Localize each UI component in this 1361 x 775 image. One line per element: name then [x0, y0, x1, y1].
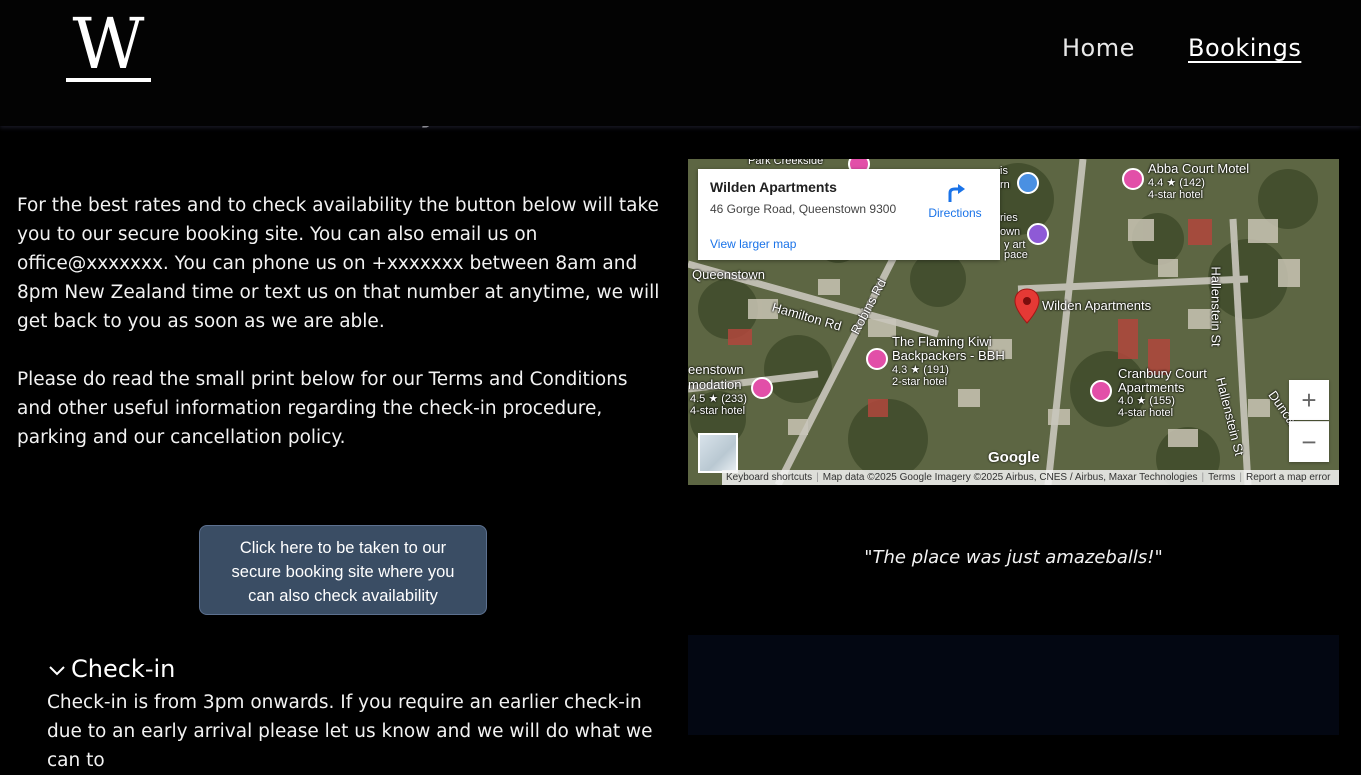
nav-bookings-link[interactable]: Bookings — [1188, 34, 1301, 62]
map-card-title: Wilden Apartments — [710, 179, 837, 195]
map-label-abba-rating: 4.4 ★ (142) — [1148, 177, 1205, 189]
map-label-park-creekside: Park Creekside — [748, 159, 824, 167]
map-label-acc-rating: 4.5 ★ (233) — [690, 393, 747, 405]
map-terms-link[interactable]: Terms — [1204, 472, 1239, 483]
map-label-cranbury-2: Apartments — [1118, 380, 1185, 395]
map-label-abba-type: 4-star hotel — [1148, 189, 1204, 201]
map-label-accommodation-2: modation — [688, 377, 742, 392]
directions-icon — [948, 184, 965, 202]
map-label-flaming-rating: 4.3 ★ (191) — [892, 364, 949, 376]
map-info-card: Wilden Apartments 46 Gorge Road, Queenst… — [698, 169, 1000, 260]
map-label-flaming-kiwi-2: Backpackers - BBH — [892, 348, 1005, 363]
hotel-pin-icon[interactable] — [751, 377, 773, 399]
attraction-icon[interactable] — [1027, 223, 1049, 245]
map-data-attribution: Map data ©2025 Google Imagery ©2025 Airb… — [822, 472, 1198, 483]
hotel-pin-icon[interactable] — [866, 348, 888, 370]
map-label-flaming-type: 2-star hotel — [892, 376, 948, 388]
google-map[interactable]: Park Creekside is rn ries own y art pace… — [688, 159, 1339, 485]
keyboard-shortcuts-link[interactable]: Keyboard shortcuts — [722, 472, 816, 483]
site-logo[interactable]: W — [66, 4, 151, 84]
intro-paragraph: For the best rates and to check availabi… — [17, 195, 660, 332]
map-label-partial-own: own — [1000, 226, 1021, 238]
accordion-checkin-body: Check-in is from 3pm onwards. If you req… — [47, 692, 653, 771]
map-label-hallenstein-st: Hallenstein St — [1208, 266, 1224, 347]
testimonial-quote: "The place was just amazeballs!" — [864, 547, 1163, 568]
view-larger-map-link[interactable]: View larger map — [710, 237, 796, 251]
zoom-in-button[interactable]: + — [1289, 380, 1329, 420]
zoom-out-button[interactable]: − — [1289, 421, 1329, 462]
map-label-acc-type: 4-star hotel — [690, 405, 746, 417]
booking-site-button[interactable]: Click here to be taken to our secure boo… — [199, 525, 487, 615]
terms-paragraph: Please do read the small print below for… — [17, 369, 628, 448]
directions-button[interactable]: Directions — [924, 182, 986, 220]
logo-letter: W — [72, 3, 145, 85]
hotel-pin-icon[interactable] — [1122, 168, 1144, 190]
map-label-partial-ries: ries — [1000, 212, 1018, 224]
map-label-wilden-apartments: Wilden Apartments — [1042, 298, 1152, 313]
map-label-partial-rn: rn — [1000, 179, 1010, 191]
nav-home-link[interactable]: Home — [1062, 34, 1135, 62]
map-label-cranbury-1: Cranbury Court — [1118, 366, 1207, 381]
map-attribution-bar: Keyboard shortcuts | Map data ©2025 Google… — [722, 470, 1339, 485]
site-header: W Home Bookings — [0, 0, 1361, 126]
map-label-cranbury-type: 4-star hotel — [1118, 407, 1174, 419]
map-layer-toggle[interactable] — [698, 433, 738, 473]
logo-underline — [66, 78, 151, 82]
map-label-abba-court-motel: Abba Court Motel — [1148, 161, 1250, 176]
map-label-flaming-kiwi-1: The Flaming Kiwi — [892, 334, 992, 349]
map-label-accommodation-1: eenstown — [688, 362, 744, 377]
directions-label: Directions — [928, 206, 982, 220]
map-label-partial-is: is — [1000, 165, 1008, 177]
accordion-checkin-header[interactable]: Check-in — [47, 655, 175, 683]
map-card-address: 46 Gorge Road, Queenstown 9300 — [710, 202, 897, 216]
media-panel — [688, 635, 1339, 735]
google-logo: Google — [988, 449, 1040, 466]
shopping-cart-icon[interactable] — [1017, 172, 1039, 194]
chevron-down-icon — [49, 666, 65, 676]
location-pin-icon[interactable] — [1014, 288, 1040, 324]
map-label-partial-pace: pace — [1004, 249, 1028, 261]
accordion-checkin-title: Check-in — [71, 655, 176, 683]
hotel-pin-icon[interactable] — [1090, 380, 1112, 402]
report-map-error-link[interactable]: Report a map error — [1242, 472, 1334, 483]
map-label-queenstown: Queenstown — [692, 267, 765, 282]
map-label-cranbury-rating: 4.0 ★ (155) — [1118, 395, 1175, 407]
